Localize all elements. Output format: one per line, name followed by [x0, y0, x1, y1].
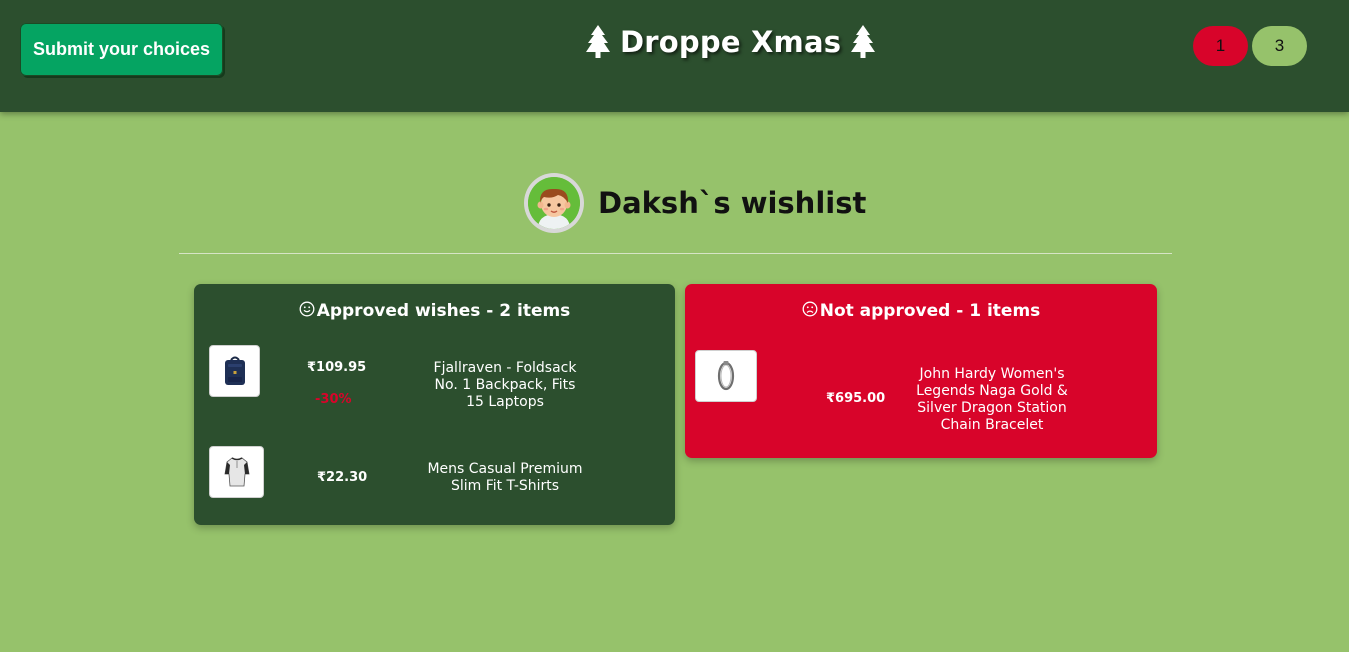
smiley-face-icon [299, 301, 315, 317]
brand: Droppe Xmas [584, 18, 877, 66]
christmas-tree-icon [586, 25, 610, 58]
product-name: Mens Casual Premium Slim Fit T-Shirts [427, 461, 583, 494]
product-image-backpack[interactable] [209, 345, 260, 397]
divider [179, 253, 1172, 254]
backpack-icon [224, 356, 245, 385]
product-name: John Hardy Women's Legends Naga Gold & S… [916, 366, 1068, 433]
product-price: ₹695.00 [826, 391, 886, 406]
approved-card-title: Approved wishes - 2 items [194, 301, 675, 321]
top-header: Submit your choices Droppe Xmas 1 3 [0, 0, 1349, 112]
product-price: ₹22.30 [317, 470, 368, 485]
avatar [524, 173, 584, 233]
submit-choices-button[interactable]: Submit your choices [20, 23, 223, 76]
rejected-title-text: Not approved - 1 items [819, 301, 1041, 321]
discount-badge: -30% [315, 392, 352, 407]
approved-wishes-card: Approved wishes - 2 items ₹109.95 -30% F… [194, 284, 675, 525]
boy-avatar-icon [528, 177, 580, 229]
product-price: ₹109.95 [307, 360, 367, 375]
page-button-3[interactable]: 3 [1252, 26, 1307, 66]
bracelet-icon [717, 361, 735, 391]
sad-face-icon [802, 301, 818, 317]
page-button-1[interactable]: 1 [1193, 26, 1248, 66]
product-image-tshirt[interactable] [209, 446, 264, 498]
tshirt-icon [224, 457, 249, 487]
wishlist-title: Daksh`s wishlist [598, 186, 867, 220]
wishlist-heading: Daksh`s wishlist [524, 173, 866, 233]
rejected-card-title: Not approved - 1 items [685, 301, 1157, 321]
product-name: Fjallraven - Foldsack No. 1 Backpack, Fi… [433, 360, 577, 410]
approved-title-text: Approved wishes - 2 items [316, 301, 571, 321]
brand-title: Droppe Xmas [620, 25, 842, 59]
not-approved-card: Not approved - 1 items ₹695.00 John Hard… [685, 284, 1157, 458]
christmas-tree-icon [851, 25, 876, 58]
product-image-bracelet[interactable] [695, 350, 757, 402]
